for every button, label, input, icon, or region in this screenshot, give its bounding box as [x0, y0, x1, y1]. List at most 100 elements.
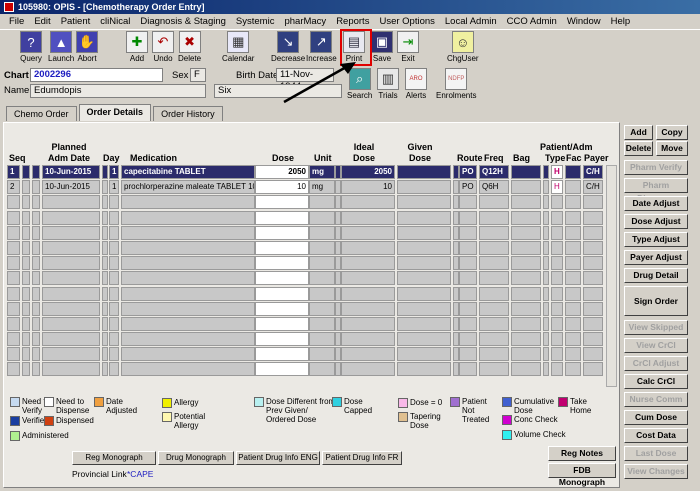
add-button[interactable]: ✚ Add — [126, 31, 148, 65]
last-dose-button[interactable]: Last Dose — [624, 446, 688, 461]
cell-dose[interactable] — [255, 316, 309, 331]
menu-patient[interactable]: Patient — [56, 16, 96, 27]
patient-drug-info-fr-button[interactable]: Patient Drug Info FR — [322, 451, 402, 465]
reg-notes-button[interactable]: Reg Notes — [548, 446, 616, 461]
menu-window[interactable]: Window — [562, 16, 606, 27]
cell-dose[interactable]: 10 — [255, 180, 309, 195]
legend-swatch — [332, 397, 342, 407]
cell-blank — [32, 347, 40, 362]
table-row[interactable] — [7, 301, 604, 317]
table-row[interactable] — [7, 362, 604, 377]
cost-data-button[interactable]: Cost Data — [624, 428, 688, 443]
menu-help[interactable]: Help — [606, 16, 636, 27]
cell-dose[interactable] — [255, 225, 309, 240]
cell-given — [397, 347, 451, 362]
cell-dose[interactable] — [255, 332, 309, 347]
add-icon: ✚ — [126, 31, 148, 53]
tab-order-history[interactable]: Order History — [153, 106, 223, 121]
table-row[interactable]: 2 10-Jun-2015 1 prochlorperazine maleate TA… — [7, 180, 604, 195]
view-changes-button[interactable]: View Changes — [624, 464, 688, 479]
cell-dose[interactable]: 2050 — [255, 165, 309, 179]
row-add-button[interactable]: Add — [624, 125, 653, 140]
table-row[interactable] — [7, 256, 604, 271]
table-row[interactable] — [7, 332, 604, 347]
cell-dose[interactable] — [255, 301, 309, 316]
crcl-adjust-button[interactable]: CrCl Adjust — [624, 356, 688, 371]
cell-bag — [511, 210, 541, 225]
copy-button[interactable]: Copy — [656, 125, 688, 140]
query-button[interactable]: ? Query — [20, 31, 42, 65]
nurse-comm-button[interactable]: Nurse Comm — [624, 392, 688, 407]
table-row[interactable] — [7, 347, 604, 362]
fdb-monograph-button[interactable]: FDB Monograph — [548, 463, 616, 487]
move-button[interactable]: Move — [656, 141, 688, 156]
reg-monograph-button[interactable]: Reg Monograph — [72, 451, 156, 465]
grid-scrollbar[interactable] — [606, 165, 617, 387]
pharm-dispense-button[interactable]: Pharm Dispense — [624, 178, 688, 203]
date-adjust-button[interactable]: Date Adjust — [624, 196, 688, 211]
cell-seq — [7, 362, 20, 377]
alerts-button[interactable]: ARO Alerts — [405, 68, 427, 102]
menu-pharmacy[interactable]: pharMacy — [279, 16, 331, 27]
calendar-button[interactable]: ▦ Calendar — [222, 31, 254, 65]
cell-day — [109, 256, 119, 271]
cell-dose[interactable] — [255, 240, 309, 255]
table-row[interactable] — [7, 210, 604, 226]
save-button[interactable]: ▣ Save — [371, 31, 393, 65]
provincial-link[interactable]: *CAPE — [127, 469, 153, 479]
abort-button[interactable]: ✋ Abort — [76, 31, 98, 65]
menu-file[interactable]: File — [4, 16, 29, 27]
table-row[interactable] — [7, 316, 604, 332]
cum-dose-button[interactable]: Cum Dose — [624, 410, 688, 425]
menu-local-admin[interactable]: Local Admin — [440, 16, 502, 27]
cell-dose[interactable] — [255, 256, 309, 271]
cell-dose[interactable] — [255, 286, 309, 301]
menu-clinical[interactable]: cliNical — [95, 16, 135, 27]
enrolments-button[interactable]: NDFP Enrolments — [436, 68, 476, 102]
patient-drug-info-eng-button[interactable]: Patient Drug Info ENG — [236, 451, 320, 465]
menu-systemic[interactable]: Systemic — [231, 16, 280, 27]
trials-button[interactable]: ▥ Trials — [377, 68, 399, 102]
cell-dose[interactable] — [255, 210, 309, 225]
cell-dose[interactable] — [255, 195, 309, 210]
table-row[interactable]: 1 10-Jun-2015 1 capecitabine TABLET 2050 mg 20… — [7, 165, 604, 180]
cell-blank — [543, 286, 549, 301]
menu-reports[interactable]: Reports — [331, 16, 374, 27]
cell-dose[interactable] — [255, 362, 309, 377]
chart-field[interactable]: 2002296 — [30, 68, 163, 82]
payer-adjust-button[interactable]: Payer Adjust — [624, 250, 688, 265]
delete-button[interactable]: ✖ Delete — [178, 31, 201, 65]
cell-day — [109, 332, 119, 347]
col-day: Day — [103, 153, 120, 163]
view-crcl-button[interactable]: View CrCl — [624, 338, 688, 353]
cell-day — [109, 271, 119, 286]
menu-cco-admin[interactable]: CCO Admin — [502, 16, 562, 27]
drug-detail-button[interactable]: Drug Detail — [624, 268, 688, 283]
legend-dose-capped: Dose Capped — [332, 397, 374, 415]
tab-order-details[interactable]: Order Details — [78, 104, 152, 121]
table-row[interactable] — [7, 195, 604, 210]
table-row[interactable] — [7, 271, 604, 286]
calc-crcl-button[interactable]: Calc CrCl — [624, 374, 688, 389]
view-skipped-button[interactable]: View Skipped — [624, 320, 688, 335]
menu-user-options[interactable]: User Options — [374, 16, 439, 27]
launch-button[interactable]: ▲ Launch — [48, 31, 74, 65]
menu-edit[interactable]: Edit — [29, 16, 55, 27]
pharm-verify-button[interactable]: Pharm Verify — [624, 160, 688, 175]
cell-dose[interactable] — [255, 347, 309, 362]
table-row[interactable] — [7, 240, 604, 256]
sign-order-button[interactable]: Sign Order — [624, 286, 688, 316]
exit-button[interactable]: ⇥ Exit — [397, 31, 419, 65]
dose-adjust-button[interactable]: Dose Adjust — [624, 214, 688, 229]
table-row[interactable] — [7, 225, 604, 241]
table-row[interactable] — [7, 286, 604, 302]
row-delete-button[interactable]: Delete — [624, 141, 653, 156]
type-adjust-button[interactable]: Type Adjust — [624, 232, 688, 247]
menu-diagnosis[interactable]: Diagnosis & Staging — [135, 16, 231, 27]
chguser-button[interactable]: ☺ ChgUser — [447, 31, 479, 65]
tab-chemo-order[interactable]: Chemo Order — [6, 106, 77, 121]
undo-button[interactable]: ↶ Undo — [152, 31, 174, 65]
cell-type — [551, 301, 563, 316]
drug-monograph-button[interactable]: Drug Monograph — [158, 451, 234, 465]
cell-dose[interactable] — [255, 271, 309, 286]
